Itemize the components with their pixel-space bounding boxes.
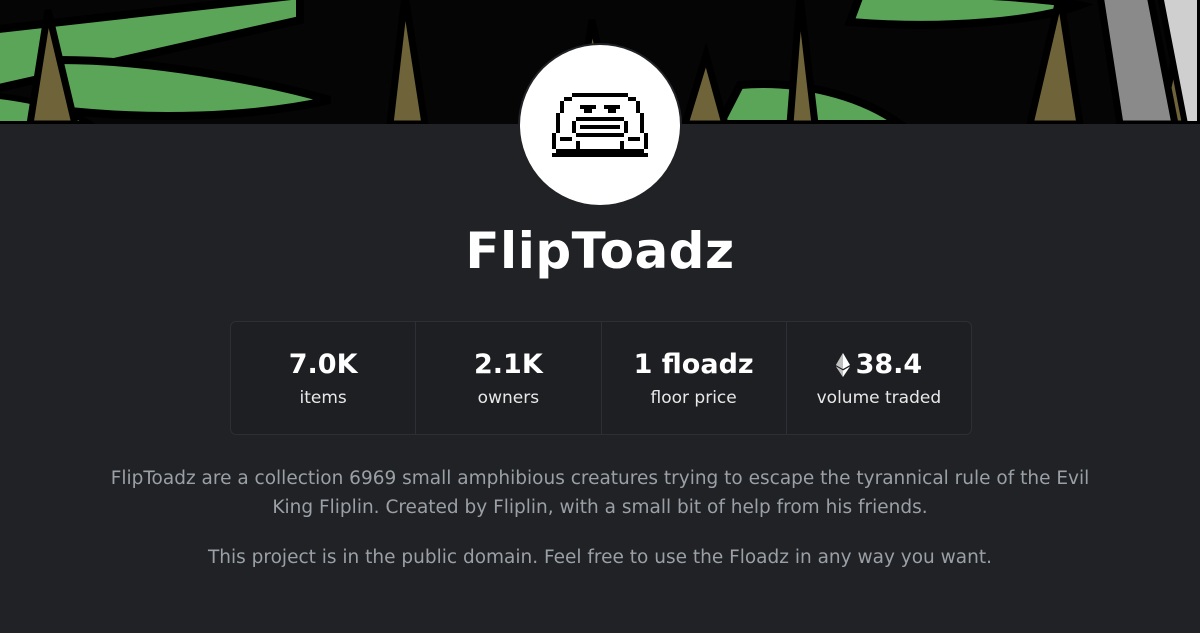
stat-items-label: items (299, 388, 347, 408)
stat-items[interactable]: 7.0K items (231, 322, 417, 434)
stat-floor-price[interactable]: 1 floadz floor price (602, 322, 787, 434)
stat-owners-number: 2.1K (473, 349, 543, 380)
stat-owners-label: owners (477, 388, 540, 408)
description-paragraph: FlipToadz are a collection 6969 small am… (110, 468, 1090, 518)
toad-pixel-icon (552, 93, 648, 157)
stat-items-value: 7.0K (289, 348, 358, 382)
stat-floor-price-number: 1 floadz (633, 349, 754, 380)
collection-description: FlipToadz are a collection 6969 small am… (100, 464, 1100, 572)
ethereum-icon (835, 353, 850, 377)
stat-volume-traded-number: 38.4 (855, 349, 923, 380)
stat-floor-price-label: floor price (650, 388, 737, 408)
stat-items-number: 7.0K (288, 349, 358, 380)
stat-volume-traded-value: 38.4 (835, 348, 923, 382)
collection-title: FlipToadz (465, 222, 735, 280)
stat-floor-price-value: 1 floadz (634, 348, 754, 382)
license-paragraph: This project is in the public domain. Fe… (207, 547, 992, 568)
stat-owners-value: 2.1K (474, 348, 543, 382)
stat-volume-traded-label: volume traded (816, 388, 942, 408)
stat-owners[interactable]: 2.1K owners (416, 322, 602, 434)
avatar-image (520, 45, 680, 205)
collection-avatar (518, 43, 682, 207)
collection-stats: 7.0K items 2.1K owners 1 floadz floor pr… (230, 321, 972, 435)
stat-volume-traded[interactable]: 38.4 volume traded (787, 322, 971, 434)
